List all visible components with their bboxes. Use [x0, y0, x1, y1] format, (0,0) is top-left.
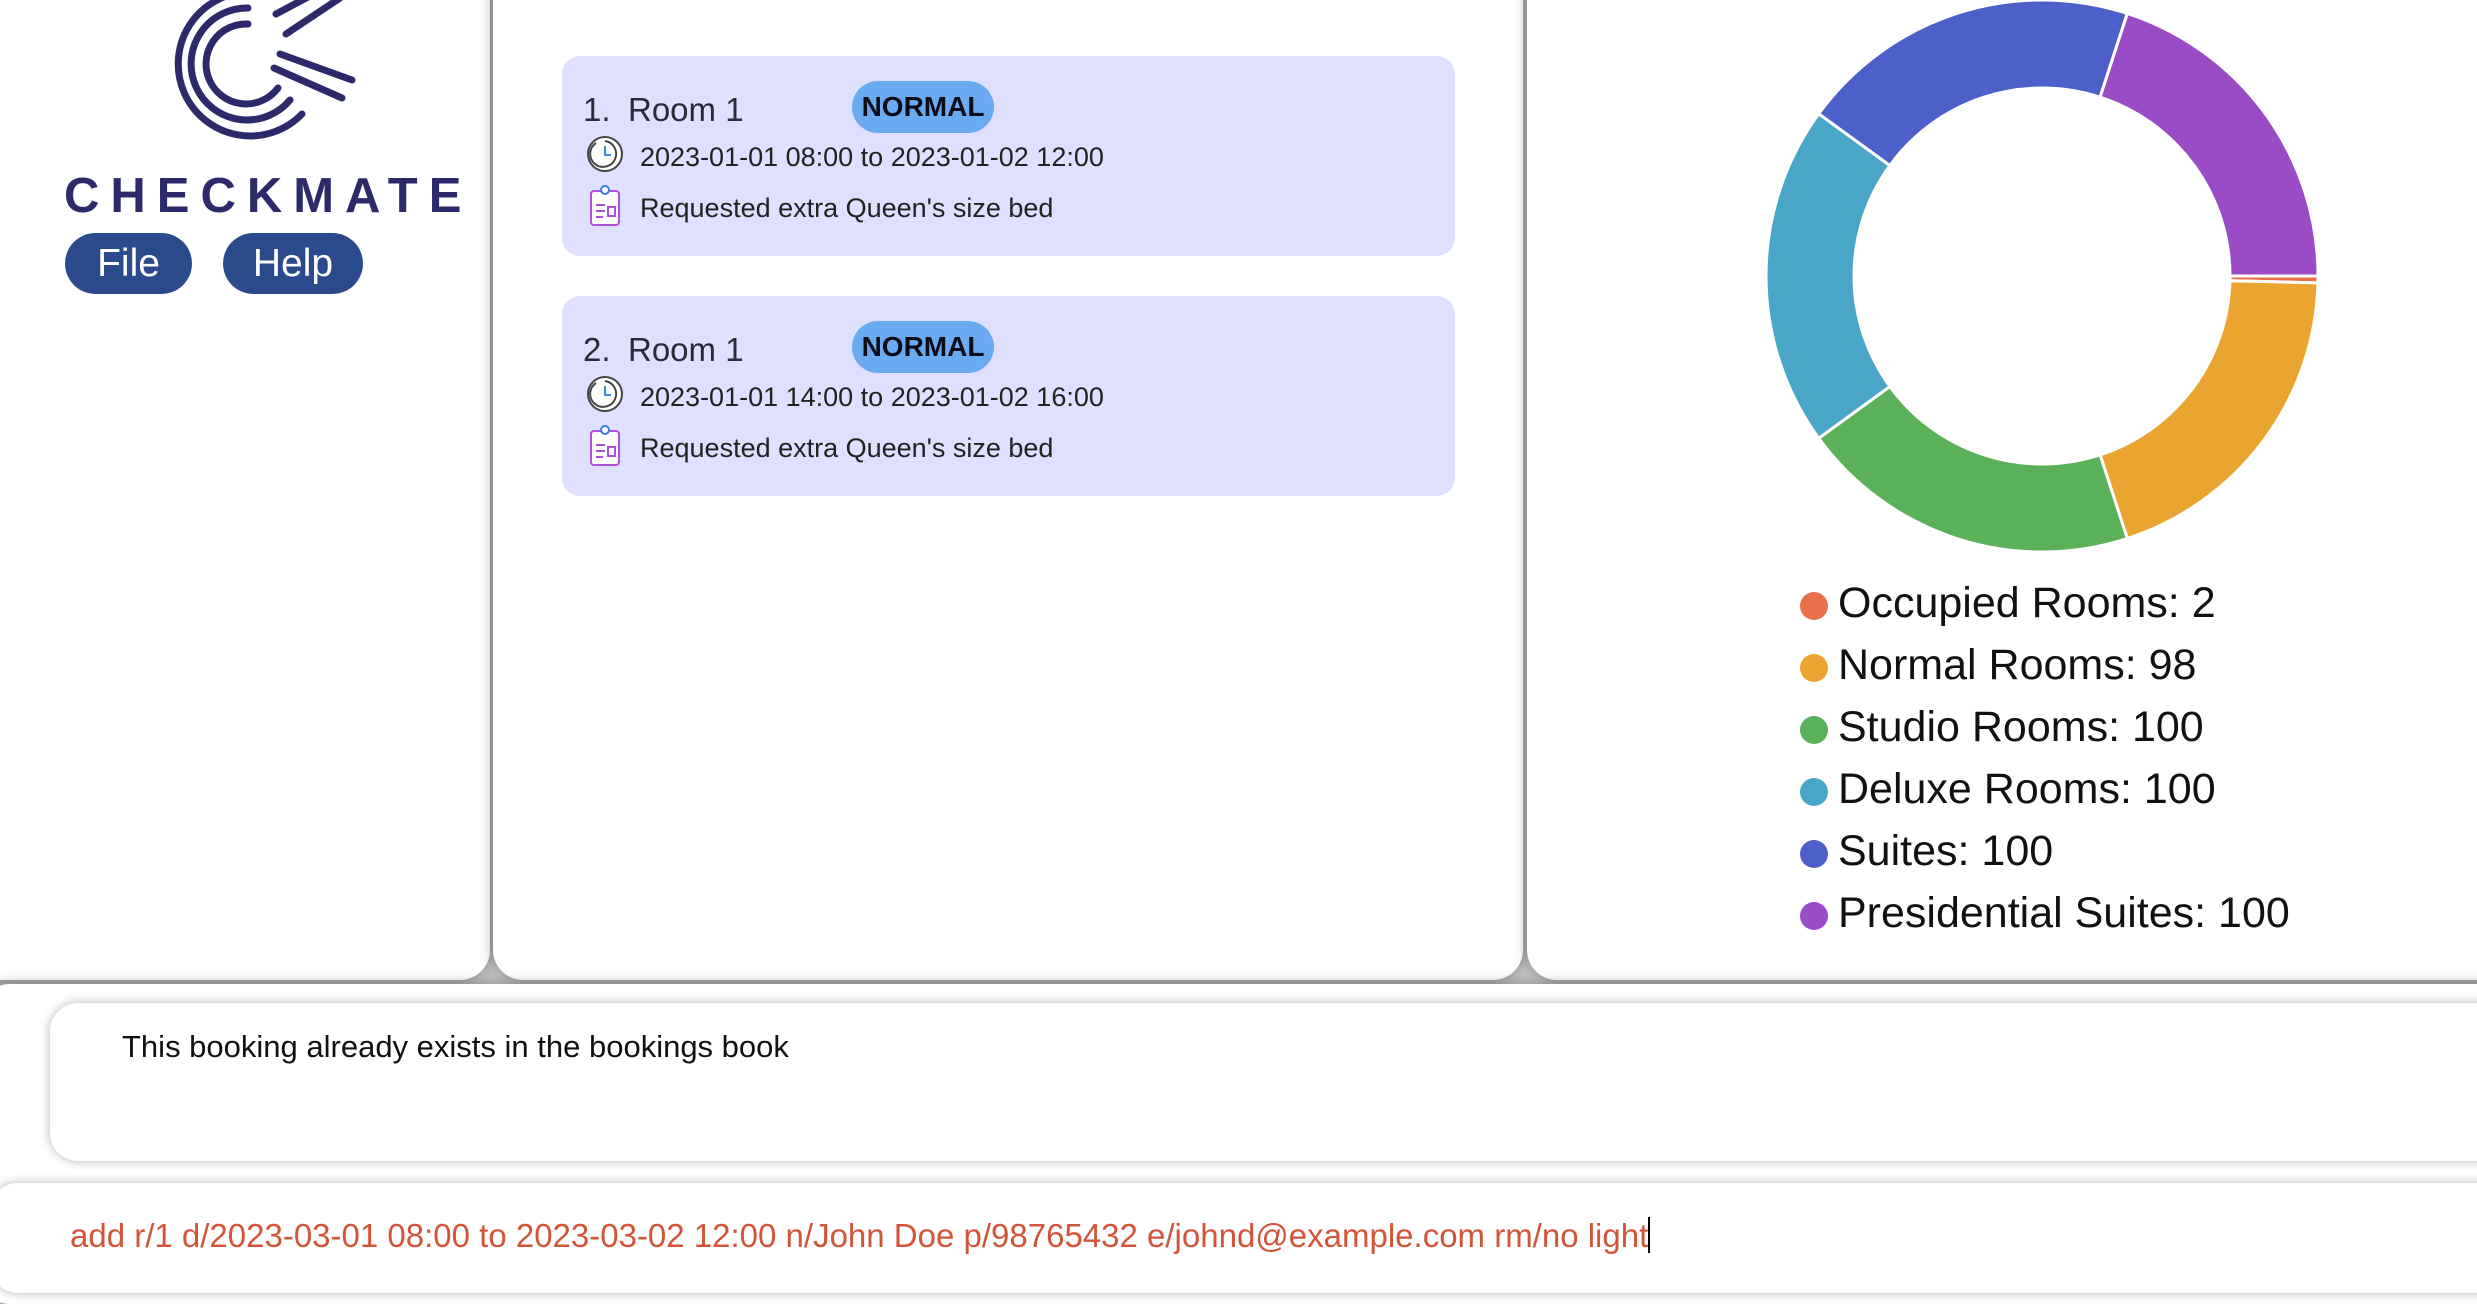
booking-date-range: 2023-01-01 14:00 to 2023-01-02 16:00: [640, 382, 1104, 412]
donut-slice-studio-rooms: [1816, 384, 2130, 552]
command-input[interactable]: add r/1 d/2023-03-01 08:00 to 2023-03-02…: [0, 1183, 2477, 1293]
donut-slice-presidential-suites: [2098, 11, 2318, 278]
booking-date-range: 2023-01-01 08:00 to 2023-01-02 12:00: [640, 142, 1104, 172]
donut-slice-suites: [1816, 0, 2130, 168]
booking-room: Room 1: [628, 91, 744, 128]
legend-label: Studio Rooms: 100: [1838, 703, 2204, 751]
legend-dot: [1800, 654, 1828, 682]
app-logo-text: CHECKMATE: [64, 169, 473, 223]
room-type-badge: NORMAL: [852, 321, 994, 373]
clipboard-icon: [590, 185, 620, 226]
donut-slice-deluxe-rooms: [1766, 111, 1892, 441]
booking-card[interactable]: 1. Room 1 NORMAL 2023-01-01 08:00 to 202…: [562, 56, 1455, 256]
clock-icon: [587, 136, 623, 172]
file-menu-button[interactable]: File: [65, 233, 192, 294]
result-display: This booking already exists in the booki…: [50, 1003, 2477, 1161]
result-message: This booking already exists in the booki…: [122, 1029, 789, 1064]
legend-dot: [1800, 592, 1828, 620]
room-type-badge: NORMAL: [852, 81, 994, 133]
text-caret: [1648, 1217, 1651, 1253]
legend-label: Occupied Rooms: 2: [1838, 579, 2216, 627]
command-value: add r/1 d/2023-03-01 08:00 to 2023-03-02…: [70, 1217, 1649, 1254]
booking-room: Room 1: [628, 331, 744, 368]
clipboard-icon: [590, 425, 620, 466]
donut-slice-normal-rooms: [2098, 279, 2318, 541]
legend-dot: [1800, 840, 1828, 868]
legend-label: Suites: 100: [1838, 827, 2054, 875]
legend-dot: [1800, 778, 1828, 806]
booking-remark: Requested extra Queen's size bed: [640, 433, 1054, 463]
booking-index: 1.: [583, 91, 611, 128]
legend-dot: [1800, 902, 1828, 930]
help-menu-button[interactable]: Help: [223, 233, 363, 294]
booking-remark: Requested extra Queen's size bed: [640, 193, 1054, 223]
checkmate-logo-icon: [174, 0, 356, 140]
sidebar-panel: [0, 0, 490, 980]
booking-index: 2.: [583, 331, 611, 368]
room-stats-donut-chart: [1766, 0, 2318, 552]
legend-label: Presidential Suites: 100: [1838, 889, 2290, 937]
legend-label: Normal Rooms: 98: [1838, 641, 2197, 689]
command-text: add r/1 d/2023-03-01 08:00 to 2023-03-02…: [70, 1217, 1651, 1255]
booking-card[interactable]: 2. Room 1 NORMAL 2023-01-01 14:00 to 202…: [562, 296, 1455, 496]
clock-icon: [587, 376, 623, 412]
legend-label: Deluxe Rooms: 100: [1838, 765, 2216, 813]
legend-dot: [1800, 716, 1828, 744]
